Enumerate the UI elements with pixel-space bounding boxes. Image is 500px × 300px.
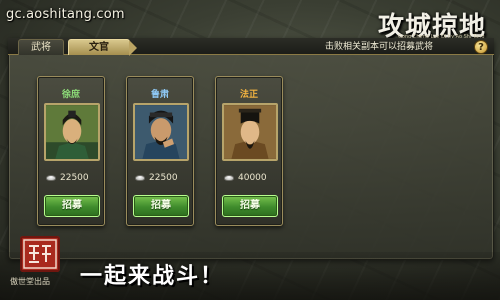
game-logo: 攻城掠地 Gong Cheng Lue Di by Ao Shi Tang <box>370 6 496 42</box>
general-portrait <box>222 103 278 161</box>
bottom-banner <box>0 252 500 300</box>
general-card: 鲁肃 22500 招募 <box>126 76 194 226</box>
seal-icon <box>23 239 57 269</box>
notice-text: 击败相关副本可以招募武将 <box>325 42 434 52</box>
publisher-seal <box>20 236 60 272</box>
portrait-fa-zheng-icon <box>224 105 276 159</box>
tab-officials[interactable]: 文官 <box>68 39 137 56</box>
tab-generals[interactable]: 武将 <box>18 39 64 55</box>
slogan-text: 一起来战斗！ <box>80 263 225 289</box>
general-name: 鲁肃 <box>150 90 170 100</box>
general-card: 徐庶 22500 招募 <box>37 76 105 226</box>
portrait-xu-shu-icon <box>46 105 98 159</box>
general-name: 徐庶 <box>61 90 81 100</box>
portrait-lu-su-icon <box>135 105 187 159</box>
recruit-cost: 40000 <box>224 173 267 183</box>
general-portrait <box>133 103 189 161</box>
cost-value: 22500 <box>149 173 178 183</box>
silver-icon <box>135 174 145 181</box>
general-name: 法正 <box>239 90 259 100</box>
cost-value: 40000 <box>238 173 267 183</box>
help-button[interactable]: ? <box>474 40 488 54</box>
silver-icon <box>224 174 234 181</box>
general-card: 法正 40000 招募 <box>215 76 283 226</box>
recruit-cost: 22500 <box>135 173 178 183</box>
site-watermark: gc.aoshitang.com <box>6 7 125 22</box>
recruit-cost: 22500 <box>46 173 89 183</box>
general-portrait <box>44 103 100 161</box>
recruit-button[interactable]: 招募 <box>222 195 278 217</box>
recruit-button[interactable]: 招募 <box>44 195 100 217</box>
recruit-button[interactable]: 招募 <box>133 195 189 217</box>
silver-icon <box>46 174 56 181</box>
publisher-label: 傲世堂出品 <box>10 277 50 286</box>
cost-value: 22500 <box>60 173 89 183</box>
